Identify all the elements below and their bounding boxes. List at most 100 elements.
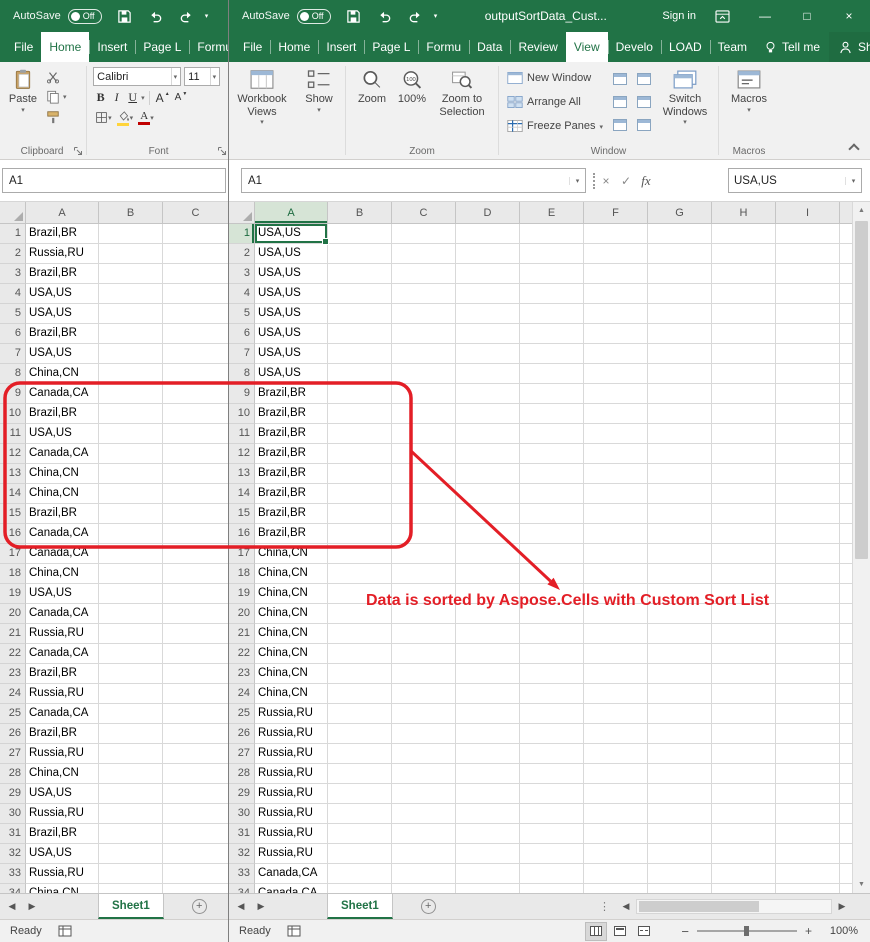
cell-G8[interactable] [648, 364, 712, 384]
cell-F19[interactable] [584, 584, 648, 604]
cell-A2[interactable]: USA,US [255, 244, 328, 264]
cell-E11[interactable] [520, 424, 584, 444]
cell-C7[interactable] [163, 344, 228, 364]
cell-C6[interactable] [163, 324, 228, 344]
cell-H10[interactable] [712, 404, 776, 424]
cell-C15[interactable] [392, 504, 456, 524]
cell-A27[interactable]: Russia,RU [26, 744, 99, 764]
cell-H5[interactable] [712, 304, 776, 324]
cell-E8[interactable] [520, 364, 584, 384]
minimize-button[interactable]: — [744, 0, 786, 32]
row-header-21[interactable]: 21 [0, 624, 26, 644]
tab-formu[interactable]: Formu [418, 32, 469, 62]
row-header-12[interactable]: 12 [229, 444, 255, 464]
cell-A22[interactable]: Canada,CA [26, 644, 99, 664]
cell-B6[interactable] [99, 324, 163, 344]
row-header-30[interactable]: 30 [229, 804, 255, 824]
cell-D26[interactable] [456, 724, 520, 744]
row-header-7[interactable]: 7 [229, 344, 255, 364]
cell-D30[interactable] [456, 804, 520, 824]
cell-A23[interactable]: China,CN [255, 664, 328, 684]
cell-I7[interactable] [776, 344, 840, 364]
cell-D19[interactable] [456, 584, 520, 604]
row-header-7[interactable]: 7 [0, 344, 26, 364]
cell-B9[interactable] [328, 384, 392, 404]
cell-A10[interactable]: Brazil,BR [26, 404, 99, 424]
cell-A20[interactable]: China,CN [255, 604, 328, 624]
vertical-scroll-track[interactable] [853, 219, 870, 876]
font-size-combo[interactable]: 11▾ [184, 67, 220, 86]
cell-C32[interactable] [163, 844, 228, 864]
cell-G13[interactable] [648, 464, 712, 484]
cell-G14[interactable] [648, 484, 712, 504]
column-header-H[interactable]: H [712, 202, 776, 223]
row-header-32[interactable]: 32 [0, 844, 26, 864]
paste-button[interactable]: Paste ▾ [4, 66, 42, 143]
cell-E31[interactable] [520, 824, 584, 844]
cell-B7[interactable] [328, 344, 392, 364]
cell-B20[interactable] [328, 604, 392, 624]
cell-C30[interactable] [392, 804, 456, 824]
row-header-3[interactable]: 3 [229, 264, 255, 284]
sheet-nav-next-icon[interactable]: ▶ [251, 894, 271, 919]
cell-H18[interactable] [712, 564, 776, 584]
cell-A30[interactable]: Russia,RU [26, 804, 99, 824]
cell-E34[interactable] [520, 884, 584, 893]
sign-in-button[interactable]: Sign in [662, 10, 696, 22]
cell-H19[interactable] [712, 584, 776, 604]
sheet-tab-sheet1[interactable]: Sheet1 [98, 894, 164, 919]
row-header-33[interactable]: 33 [0, 864, 26, 884]
cell-G2[interactable] [648, 244, 712, 264]
cell-A33[interactable]: Canada,CA [255, 864, 328, 884]
cell-F24[interactable] [584, 684, 648, 704]
tab-insert[interactable]: Insert [89, 32, 135, 62]
column-header-B[interactable]: B [99, 202, 163, 223]
cell-D3[interactable] [456, 264, 520, 284]
row-header-11[interactable]: 11 [0, 424, 26, 444]
cell-B16[interactable] [328, 524, 392, 544]
cell-E15[interactable] [520, 504, 584, 524]
cell-A14[interactable]: China,CN [26, 484, 99, 504]
macro-record-icon[interactable] [58, 925, 72, 937]
cell-A6[interactable]: USA,US [255, 324, 328, 344]
cell-E5[interactable] [520, 304, 584, 324]
cell-F30[interactable] [584, 804, 648, 824]
decrease-font-size-button[interactable]: A▼ [173, 89, 190, 106]
cell-A9[interactable]: Brazil,BR [255, 384, 328, 404]
row-header-3[interactable]: 3 [0, 264, 26, 284]
hscroll-right-icon[interactable]: ▶ [832, 894, 852, 919]
row-header-8[interactable]: 8 [0, 364, 26, 384]
cell-D21[interactable] [456, 624, 520, 644]
ribbon-display-options-icon[interactable] [712, 8, 732, 24]
cell-B12[interactable] [328, 444, 392, 464]
cell-B14[interactable] [99, 484, 163, 504]
cell-I12[interactable] [776, 444, 840, 464]
tab-insert[interactable]: Insert [318, 32, 364, 62]
view-side-by-side-icon[interactable] [637, 73, 651, 85]
cell-G24[interactable] [648, 684, 712, 704]
cell-B5[interactable] [328, 304, 392, 324]
cell-F2[interactable] [584, 244, 648, 264]
cell-F14[interactable] [584, 484, 648, 504]
cell-B13[interactable] [328, 464, 392, 484]
cell-G7[interactable] [648, 344, 712, 364]
cell-B25[interactable] [99, 704, 163, 724]
row-header-16[interactable]: 16 [229, 524, 255, 544]
cell-B5[interactable] [99, 304, 163, 324]
underline-button[interactable]: U [125, 89, 140, 106]
tab-load[interactable]: LOAD [661, 32, 710, 62]
cell-I9[interactable] [776, 384, 840, 404]
zoom-slider-thumb[interactable] [744, 926, 749, 936]
cell-E16[interactable] [520, 524, 584, 544]
cell-E30[interactable] [520, 804, 584, 824]
row-header-22[interactable]: 22 [0, 644, 26, 664]
cell-I16[interactable] [776, 524, 840, 544]
save-button[interactable] [346, 8, 362, 24]
cell-B4[interactable] [99, 284, 163, 304]
cell-C29[interactable] [163, 784, 228, 804]
row-header-18[interactable]: 18 [229, 564, 255, 584]
cell-B22[interactable] [99, 644, 163, 664]
cell-G34[interactable] [648, 884, 712, 893]
cell-D33[interactable] [456, 864, 520, 884]
cell-A10[interactable]: Brazil,BR [255, 404, 328, 424]
